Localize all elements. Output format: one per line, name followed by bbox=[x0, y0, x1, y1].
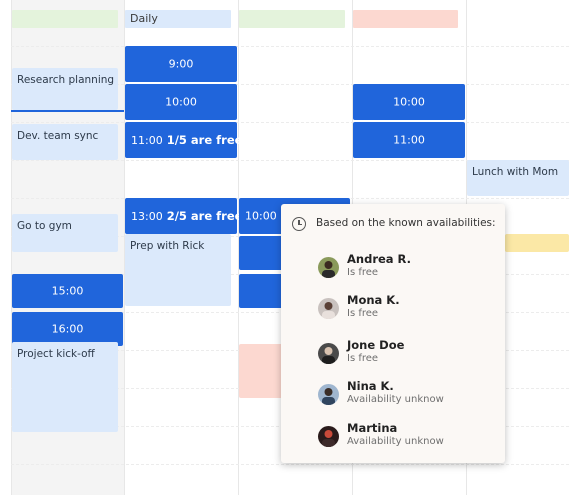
slot-1600[interactable]: 16:00 bbox=[12, 312, 123, 346]
allday-event[interactable] bbox=[239, 10, 345, 28]
avatar bbox=[318, 298, 339, 319]
attendee-name: Mona K. bbox=[347, 293, 400, 307]
grid-line bbox=[11, 122, 569, 123]
slot-time: 10:00 bbox=[393, 95, 425, 109]
event-title: Dev. team sync bbox=[17, 130, 99, 142]
slot-1000-col4[interactable]: 10:00 bbox=[353, 84, 465, 120]
allday-event[interactable] bbox=[353, 10, 458, 28]
slot-time: 9:00 bbox=[168, 57, 194, 71]
attendee-row[interactable]: Nina K. Availability unknow bbox=[318, 379, 498, 409]
slot-1100-col4[interactable]: 11:00 bbox=[353, 122, 465, 158]
grid-line bbox=[11, 464, 569, 465]
slot-time: 13:00 bbox=[131, 210, 163, 223]
event-go-to-gym[interactable]: Go to gym bbox=[12, 214, 118, 252]
slot-label: 11:00 1/5 are free bbox=[131, 133, 242, 147]
slot-1300[interactable]: 13:00 2/5 are free bbox=[125, 198, 242, 234]
slot-0900[interactable]: 9:00 bbox=[125, 46, 237, 82]
slot-block[interactable] bbox=[239, 236, 284, 270]
event-title: Prep with Rick bbox=[130, 240, 205, 252]
attendee-status: Availability unknow bbox=[347, 436, 444, 447]
event-block[interactable] bbox=[239, 344, 284, 398]
event-dev-team-sync[interactable]: Dev. team sync bbox=[12, 124, 118, 160]
avatar bbox=[318, 343, 339, 364]
slot-label: 13:00 2/5 are free bbox=[131, 209, 242, 223]
event-title: Lunch with Mom bbox=[472, 166, 559, 178]
slot-time: 10:00 bbox=[245, 209, 277, 223]
event-prep-with-rick[interactable]: Prep with Rick bbox=[125, 234, 231, 306]
current-time-indicator bbox=[11, 110, 124, 112]
event-title: Research planning bbox=[17, 74, 115, 86]
avatar bbox=[318, 384, 339, 405]
slot-time: 11:00 bbox=[131, 134, 163, 147]
attendee-status: Is free bbox=[347, 308, 379, 319]
attendee-name: Martina bbox=[347, 421, 398, 435]
avatar bbox=[318, 426, 339, 447]
attendee-name: Nina K. bbox=[347, 379, 394, 393]
free-count: 1/5 are free bbox=[166, 133, 243, 147]
slot-time: 10:00 bbox=[165, 95, 197, 109]
event-title: Go to gym bbox=[17, 220, 72, 232]
event-research-planning[interactable]: Research planning bbox=[12, 68, 118, 110]
attendee-status: Availability unknow bbox=[347, 394, 444, 405]
attendee-status: Is free bbox=[347, 267, 379, 278]
event-lunch-with-mom[interactable]: Lunch with Mom bbox=[467, 160, 569, 196]
popover-heading: Based on the known availabilities: bbox=[316, 217, 496, 229]
slot-block[interactable] bbox=[239, 274, 284, 308]
event-block[interactable] bbox=[505, 234, 569, 252]
attendee-status: Is free bbox=[347, 353, 379, 364]
attendee-name: Andrea R. bbox=[347, 252, 411, 266]
attendee-row[interactable]: Andrea R. Is free bbox=[318, 252, 498, 282]
avatar bbox=[318, 257, 339, 278]
event-title: Project kick-off bbox=[17, 348, 95, 360]
slot-1000[interactable]: 10:00 bbox=[125, 84, 237, 120]
slot-time: 11:00 bbox=[393, 133, 425, 147]
availability-popover: Based on the known availabilities: Andre… bbox=[281, 204, 505, 463]
slot-1500[interactable]: 15:00 bbox=[12, 274, 123, 308]
grid-line bbox=[11, 46, 569, 47]
allday-event[interactable] bbox=[12, 10, 118, 28]
slot-time: 15:00 bbox=[51, 284, 84, 298]
free-count: 2/5 are free bbox=[166, 209, 243, 223]
attendee-row[interactable]: Mona K. Is free bbox=[318, 293, 498, 323]
allday-event-daily[interactable]: Daily bbox=[125, 10, 231, 28]
attendee-name: Jone Doe bbox=[347, 338, 405, 352]
clock-icon bbox=[292, 217, 306, 231]
attendee-row[interactable]: Martina Availability unknow bbox=[318, 421, 498, 451]
event-project-kickoff[interactable]: Project kick-off bbox=[12, 342, 118, 432]
slot-1100[interactable]: 11:00 1/5 are free bbox=[125, 122, 242, 158]
allday-event-label: Daily bbox=[130, 12, 158, 25]
slot-time: 16:00 bbox=[51, 322, 84, 336]
attendee-row[interactable]: Jone Doe Is free bbox=[318, 338, 498, 368]
